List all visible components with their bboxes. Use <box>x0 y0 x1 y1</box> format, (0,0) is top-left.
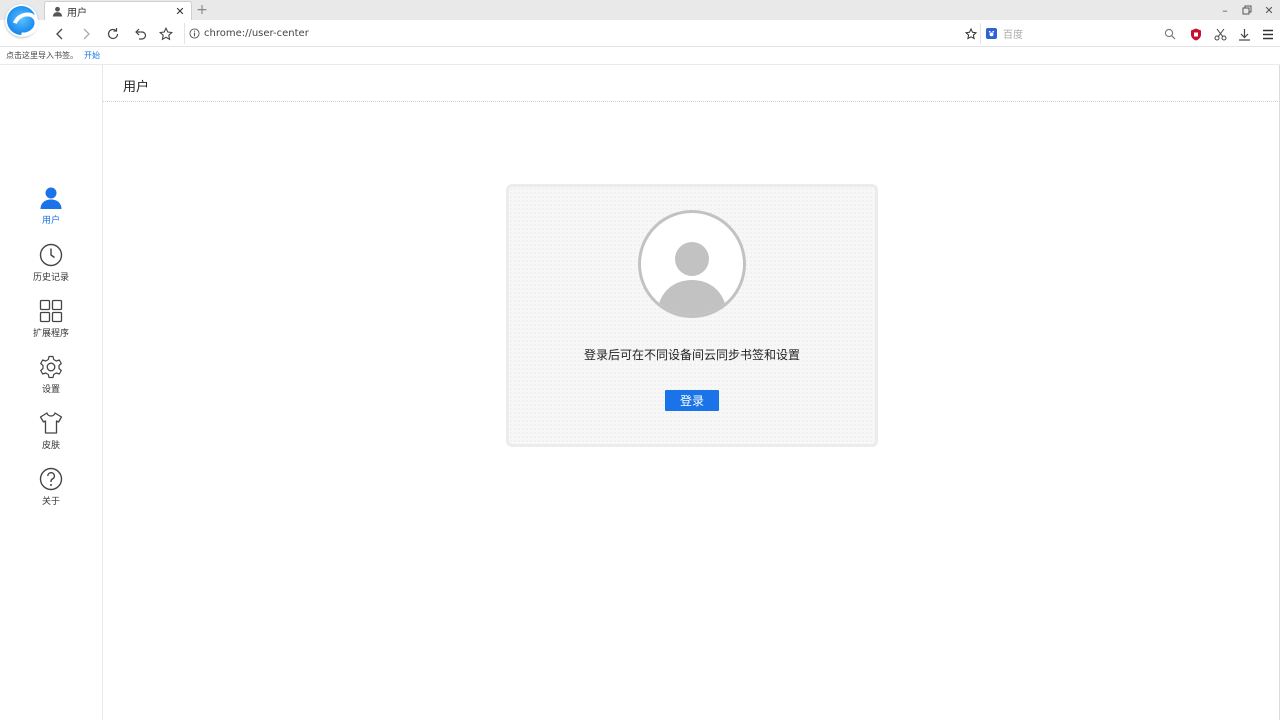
gear-icon <box>38 354 64 380</box>
login-message: 登录后可在不同设备间云同步书签和设置 <box>583 348 800 362</box>
import-bookmarks-prompt: 点击这里导入书签。 <box>6 51 78 60</box>
sidebar-item-label: 设置 <box>41 385 60 395</box>
info-icon[interactable] <box>189 28 200 39</box>
reload-icon <box>107 28 119 40</box>
sidebar-item-extensions[interactable]: 扩展程序 <box>20 298 82 348</box>
download-icon[interactable] <box>1232 24 1256 44</box>
sidebar-item-settings[interactable]: 设置 <box>20 354 82 404</box>
toolbar-actions <box>1184 24 1280 44</box>
search-input[interactable]: 百度 <box>1003 26 1164 41</box>
login-card: 登录后可在不同设备间云同步书签和设置 登录 <box>506 184 878 447</box>
baidu-icon[interactable] <box>986 28 997 39</box>
sidebar-item-user[interactable]: 用户 <box>20 185 82 235</box>
sidebar-item-history[interactable]: 历史记录 <box>20 242 82 292</box>
new-tab-button[interactable]: + <box>195 2 209 18</box>
avatar <box>638 210 746 318</box>
close-icon[interactable]: ✕ <box>173 4 187 18</box>
sidebar-item-label: 历史记录 <box>32 273 69 283</box>
bookmarks-bar: 点击这里导入书签。 开始 <box>0 47 1280 65</box>
chevron-right-icon <box>83 28 90 40</box>
user-icon <box>38 185 64 211</box>
menu-icon[interactable] <box>1256 24 1280 44</box>
window-controls: – ✕ <box>1214 0 1280 20</box>
reload-button[interactable] <box>103 24 123 44</box>
page-title: 用户 <box>123 80 150 95</box>
user-icon <box>51 5 63 17</box>
back-button[interactable] <box>50 24 70 44</box>
forward-button[interactable] <box>76 24 96 44</box>
shield-icon[interactable] <box>1184 24 1208 44</box>
grid-icon <box>38 298 64 324</box>
star-icon[interactable] <box>962 27 980 40</box>
address-bar[interactable]: chrome://user-center <box>184 23 980 44</box>
page-header: 用户 <box>103 65 1280 102</box>
sidebar-item-skin[interactable]: 皮肤 <box>20 410 82 460</box>
browser-logo[interactable] <box>5 4 38 37</box>
scissors-icon[interactable] <box>1208 24 1232 44</box>
undo-button[interactable] <box>130 24 150 44</box>
tab-strip: 用户 ✕ + – ✕ <box>0 0 1280 20</box>
bookmark-star-button[interactable] <box>156 24 176 44</box>
star-icon <box>159 27 173 41</box>
search-box[interactable]: 百度 <box>980 23 1180 44</box>
question-icon <box>38 466 64 492</box>
clock-icon <box>38 242 64 268</box>
sidebar-item-about[interactable]: 关于 <box>20 466 82 516</box>
tab-title: 用户 <box>67 7 87 19</box>
search-icon[interactable] <box>1164 28 1176 40</box>
url-text[interactable]: chrome://user-center <box>204 28 962 39</box>
chevron-left-icon <box>56 28 63 40</box>
avatar-placeholder-icon <box>657 242 727 315</box>
minimize-icon[interactable]: – <box>1214 0 1236 20</box>
restore-icon[interactable] <box>1236 0 1258 20</box>
undo-icon <box>135 28 147 40</box>
tab-user-center[interactable]: 用户 ✕ <box>44 1 192 20</box>
sidebar: 用户 历史记录 扩展程序 设置 皮肤 关于 <box>0 65 103 720</box>
sidebar-item-label: 用户 <box>41 216 60 226</box>
sidebar-item-label: 扩展程序 <box>32 329 69 339</box>
shirt-icon <box>38 410 64 436</box>
sidebar-item-label: 皮肤 <box>41 441 60 451</box>
toolbar: chrome://user-center 百度 <box>0 20 1280 47</box>
close-window-icon[interactable]: ✕ <box>1258 0 1280 20</box>
sidebar-item-label: 关于 <box>41 497 60 507</box>
login-button[interactable]: 登录 <box>665 390 719 411</box>
import-start-link[interactable]: 开始 <box>84 50 100 61</box>
